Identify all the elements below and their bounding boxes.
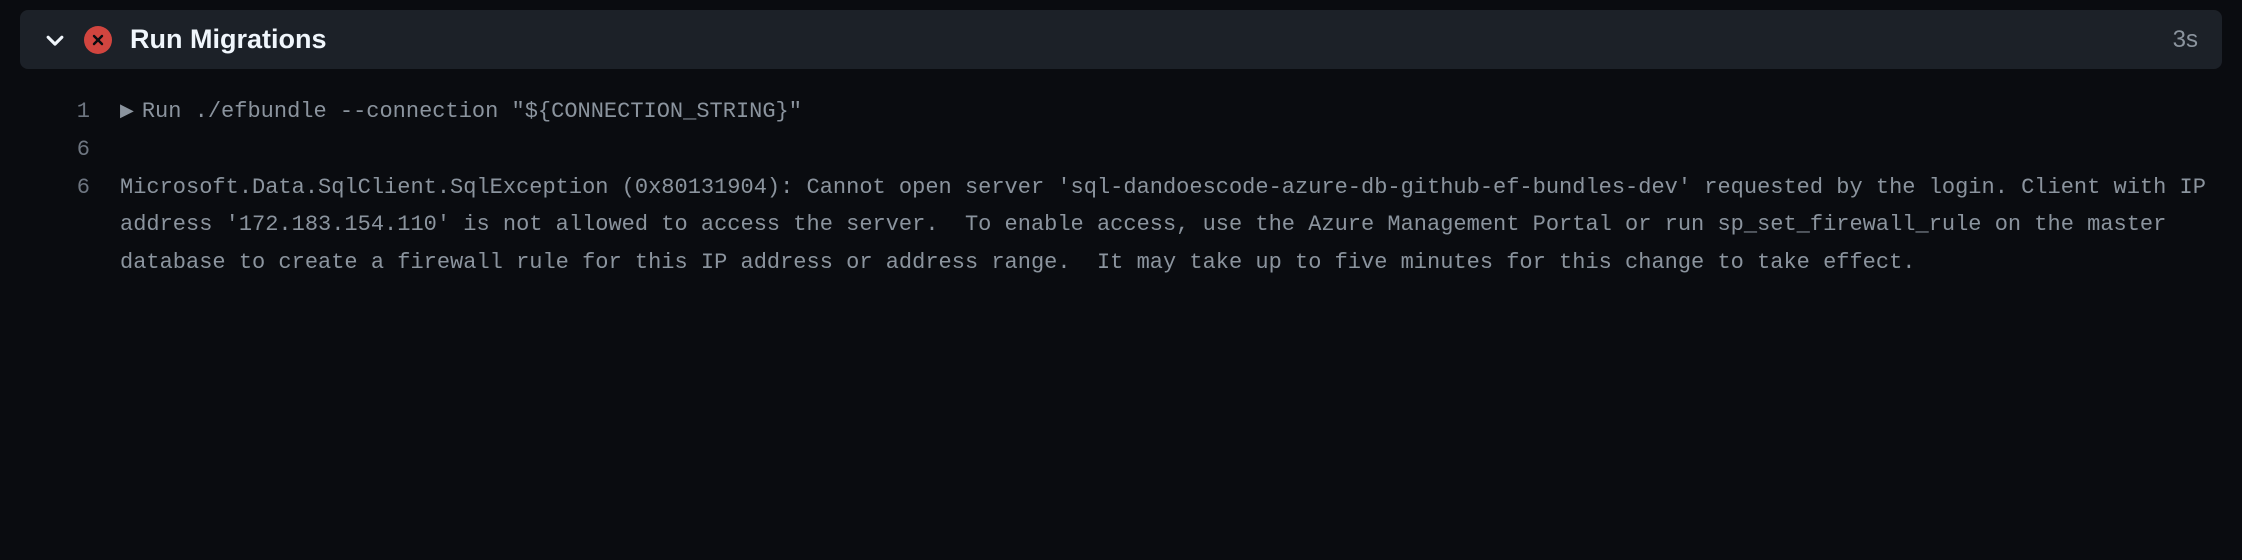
caret-right-icon: ▶	[120, 103, 134, 121]
step-header[interactable]: Run Migrations 3s	[20, 10, 2222, 69]
log-group-collapsed: ▶ Run ./efbundle --connection "${CONNECT…	[120, 93, 2222, 131]
step-title: Run Migrations	[130, 24, 2155, 55]
log-line: 6 Microsoft.Data.SqlClient.SqlException …	[20, 169, 2222, 282]
chevron-down-icon	[44, 29, 66, 51]
line-number: 1	[20, 93, 120, 131]
log-text: Microsoft.Data.SqlClient.SqlException (0…	[120, 169, 2222, 282]
line-number: 6	[20, 169, 120, 207]
log-text: Run ./efbundle --connection "${CONNECTIO…	[142, 93, 802, 131]
line-number: 6	[20, 131, 120, 169]
log-line[interactable]: 1 ▶ Run ./efbundle --connection "${CONNE…	[20, 93, 2222, 131]
log-line: 6	[20, 131, 2222, 169]
log-output: 1 ▶ Run ./efbundle --connection "${CONNE…	[0, 69, 2242, 282]
error-icon	[84, 26, 112, 54]
step-duration: 3s	[2173, 26, 2198, 54]
